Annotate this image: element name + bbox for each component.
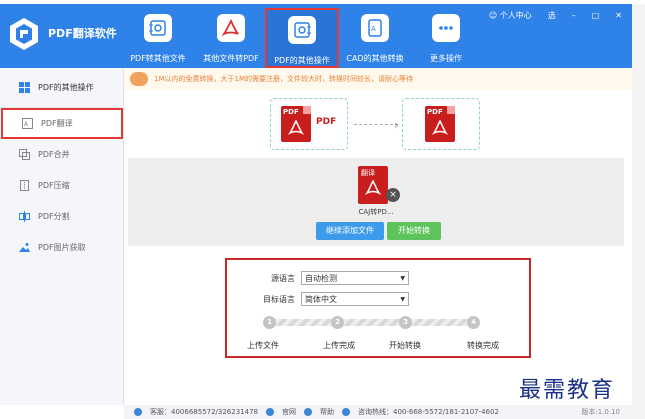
target-language-row: 目标语言 简体中文 ▼ — [227, 291, 409, 307]
notice-text: 1M以内的免费转换，大于1M的需要注册，文件较大时，转换时间较长，请耐心等待 — [154, 75, 413, 83]
pdf-file-icon: PDF — [425, 106, 455, 142]
website-link[interactable]: 官网 — [282, 407, 296, 417]
notice-bar: 1M以内的免费转换，大于1M的需要注册，文件较大时，转换时间较长，请耐心等待 — [124, 68, 632, 90]
tool-other-to-pdf[interactable]: 其他文件转PDF — [198, 8, 264, 68]
step-2-label: 上传完成 — [323, 341, 355, 350]
file-badge: 翻译 — [361, 169, 375, 177]
maximize-button[interactable]: □ — [592, 11, 600, 20]
conversion-arrow-line — [354, 124, 398, 125]
step-2-dot: 2 — [331, 316, 344, 329]
svg-text:A: A — [371, 25, 376, 33]
tool-more-ops[interactable]: 更多操作 — [418, 8, 474, 68]
mascot-icon — [130, 72, 148, 86]
target-format-label: PDF — [316, 117, 337, 127]
settings-doc-icon — [288, 16, 316, 44]
user-icon: ☺ — [488, 11, 498, 20]
grid-icon — [18, 82, 30, 94]
window-controls: ☺ 个人中心 选 – □ ✕ — [489, 10, 622, 21]
sidebar-item-label: PDF分割 — [38, 212, 70, 221]
sidebar-item-label: PDF翻译 — [41, 119, 73, 128]
sidebar-item-pdf-image-extract[interactable]: PDF图片获取 — [0, 232, 123, 263]
source-language-select[interactable]: 自动检测 ▼ — [301, 271, 409, 285]
app-header: PDF翻译软件 PDF转其他文件 其他文件转PDF PDF的其他操作 A CAD… — [0, 4, 632, 68]
user-center-label: 个人中心 — [499, 11, 532, 20]
tool-label: 更多操作 — [430, 54, 462, 63]
sidebar-item-pdf-compress[interactable]: PDF压缩 — [0, 170, 123, 201]
phone-icon — [341, 408, 350, 416]
svg-text:A: A — [24, 121, 29, 128]
more-icon — [432, 14, 460, 42]
arrow-right-icon: › — [394, 118, 399, 132]
step-3-dot: 3 — [399, 316, 412, 329]
chevron-down-icon: ▼ — [400, 274, 405, 282]
target-language-label: 目标语言 — [263, 294, 295, 304]
sidebar-item-pdf-translate[interactable]: A PDF翻译 — [1, 108, 123, 139]
source-format-box: PDF PDF — [270, 98, 348, 150]
user-center-link[interactable]: ☺ 个人中心 — [489, 10, 532, 21]
translate-settings-panel: 源语言 自动检测 ▼ 目标语言 简体中文 ▼ 1 2 3 4 上传文件 上传完成… — [225, 258, 531, 358]
target-language-select[interactable]: 简体中文 ▼ — [301, 292, 409, 306]
uploaded-file-icon: 翻译 — [358, 166, 388, 204]
pdf-icon — [217, 14, 245, 42]
home-icon — [265, 408, 274, 416]
main-panel: PDF PDF › PDF 翻译 × CAJ转PD... 继续添加文件 开始转换… — [124, 90, 632, 406]
file-drop-area[interactable]: 翻译 × CAJ转PD... 继续添加文件 开始转换 — [128, 158, 624, 246]
start-convert-button[interactable]: 开始转换 — [387, 222, 441, 240]
tool-label: PDF转其他文件 — [130, 54, 186, 63]
merge-icon — [18, 149, 30, 161]
qq-icon — [134, 408, 142, 416]
close-window-button[interactable]: ✕ — [615, 11, 622, 20]
skin-button[interactable]: 选 — [548, 10, 556, 21]
compress-icon — [18, 180, 30, 192]
sidebar-item-pdf-split[interactable]: PDF分割 — [0, 201, 123, 232]
hotline-text: 咨询热线：400-668-5572/181-2107-4602 — [357, 408, 499, 416]
progress-track — [271, 319, 475, 326]
tool-pdf-other-ops[interactable]: PDF的其他操作 — [265, 8, 339, 68]
step-4-label: 转换完成 — [467, 341, 499, 350]
app-title: PDF翻译软件 — [48, 27, 117, 40]
sidebar-header-label: PDF的其他操作 — [38, 83, 94, 92]
window-edge — [632, 4, 645, 419]
cad-icon: A — [361, 14, 389, 42]
watermark: 最需教育 — [519, 378, 616, 403]
help-icon — [303, 408, 312, 416]
status-footer: 客服：4006685572/326231478 官网 帮助 咨询热线：400-6… — [124, 405, 632, 419]
pdf-file-icon: PDF — [281, 106, 311, 142]
source-language-label: 源语言 — [271, 273, 295, 283]
step-1-label: 上传文件 — [247, 341, 279, 350]
tool-label: PDF的其他操作 — [274, 56, 330, 65]
sidebar-item-label: PDF压缩 — [38, 181, 70, 190]
tool-pdf-to-other[interactable]: PDF转其他文件 — [126, 8, 190, 68]
add-more-files-button[interactable]: 继续添加文件 — [316, 222, 384, 240]
sidebar: PDF的其他操作 A PDF翻译 PDF合并 PDF压缩 PDF分割 PDF图片… — [0, 68, 124, 405]
sidebar-item-pdf-merge[interactable]: PDF合并 — [0, 139, 123, 170]
chevron-down-icon: ▼ — [400, 295, 405, 303]
sidebar-header: PDF的其他操作 — [0, 68, 123, 108]
file-name: CAJ转PD... — [358, 208, 394, 216]
support-contact: 客服：4006685572/326231478 — [150, 408, 258, 416]
convert-icon — [144, 14, 172, 42]
target-format-box: PDF — [402, 98, 480, 150]
step-4-dot: 4 — [467, 316, 480, 329]
source-language-value: 自动检测 — [305, 273, 337, 283]
help-link[interactable]: 帮助 — [320, 407, 334, 417]
version-label: 版本:1.0.10 — [581, 408, 620, 416]
sidebar-item-label: PDF图片获取 — [38, 243, 86, 252]
app-logo-icon — [6, 16, 42, 52]
tool-label: CAD的其他转换 — [346, 54, 404, 63]
tool-cad-conversion[interactable]: A CAD的其他转换 — [342, 8, 408, 68]
step-1-dot: 1 — [263, 316, 276, 329]
sidebar-item-label: PDF合并 — [38, 150, 70, 159]
split-icon — [18, 211, 30, 223]
step-3-label: 开始转换 — [389, 341, 421, 350]
minimize-button[interactable]: – — [572, 11, 576, 20]
remove-file-button[interactable]: × — [386, 188, 400, 202]
progress-steps: 1 2 3 4 — [263, 316, 483, 329]
image-icon — [18, 242, 30, 254]
translate-icon: A — [21, 118, 33, 130]
tool-label: 其他文件转PDF — [203, 54, 259, 63]
source-language-row: 源语言 自动检测 ▼ — [227, 270, 409, 286]
target-language-value: 简体中文 — [305, 294, 337, 304]
